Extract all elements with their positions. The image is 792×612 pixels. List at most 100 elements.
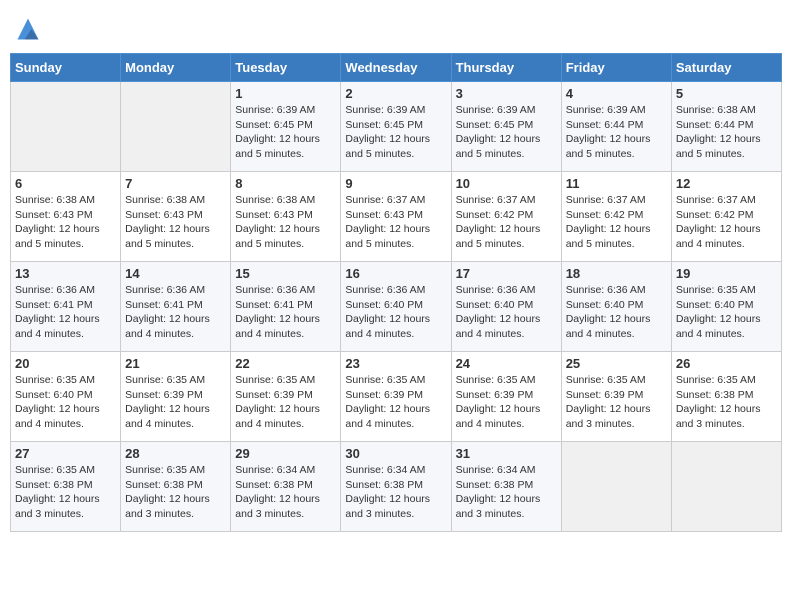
day-number: 21 (125, 356, 226, 371)
day-number: 1 (235, 86, 336, 101)
day-number: 25 (566, 356, 667, 371)
calendar-cell (561, 442, 671, 532)
day-info: Sunrise: 6:39 AM Sunset: 6:45 PM Dayligh… (235, 103, 336, 162)
calendar-cell: 13 Sunrise: 6:36 AM Sunset: 6:41 PM Dayli… (11, 262, 121, 352)
col-header-tuesday: Tuesday (231, 54, 341, 82)
week-row-2: 6 Sunrise: 6:38 AM Sunset: 6:43 PM Daylig… (11, 172, 782, 262)
day-info: Sunrise: 6:35 AM Sunset: 6:39 PM Dayligh… (456, 373, 557, 432)
day-number: 6 (15, 176, 116, 191)
day-info: Sunrise: 6:35 AM Sunset: 6:39 PM Dayligh… (345, 373, 446, 432)
calendar-cell (671, 442, 781, 532)
day-info: Sunrise: 6:38 AM Sunset: 6:43 PM Dayligh… (15, 193, 116, 252)
calendar-cell: 17Sunrise: 6:36 AM Sunset: 6:40 PM Dayli… (451, 262, 561, 352)
day-number: 28 (125, 446, 226, 461)
calendar-cell (11, 82, 121, 172)
calendar-cell: 3Sunrise: 6:39 AM Sunset: 6:45 PM Daylig… (451, 82, 561, 172)
day-info: Sunrise: 6:35 AM Sunset: 6:39 PM Dayligh… (566, 373, 667, 432)
day-number: 16 (345, 266, 446, 281)
week-row-3: 13 Sunrise: 6:36 AM Sunset: 6:41 PM Dayli… (11, 262, 782, 352)
calendar-cell: 22 Sunrise: 6:35 AM Sunset: 6:39 PM Dayli… (231, 352, 341, 442)
logo (10, 15, 42, 43)
day-info: Sunrise: 6:38 AM Sunset: 6:43 PM Dayligh… (235, 193, 336, 252)
calendar-cell: 10 Sunrise: 6:37 AM Sunset: 6:42 PM Dayli… (451, 172, 561, 262)
calendar-cell: 27Sunrise: 6:35 AM Sunset: 6:38 PM Dayli… (11, 442, 121, 532)
day-info: Sunrise: 6:34 AM Sunset: 6:38 PM Dayligh… (235, 463, 336, 522)
page-header (10, 10, 782, 43)
calendar-cell (121, 82, 231, 172)
day-info: Sunrise: 6:35 AM Sunset: 6:39 PM Dayligh… (125, 373, 226, 432)
calendar-header-row: SundayMondayTuesdayWednesdayThursdayFrid… (11, 54, 782, 82)
day-number: 12 (676, 176, 777, 191)
day-info: Sunrise: 6:39 AM Sunset: 6:44 PM Dayligh… (566, 103, 667, 162)
day-number: 24 (456, 356, 557, 371)
day-number: 31 (456, 446, 557, 461)
calendar-cell: 12 Sunrise: 6:37 AM Sunset: 6:42 PM Dayli… (671, 172, 781, 262)
calendar-cell: 24 Sunrise: 6:35 AM Sunset: 6:39 PM Dayli… (451, 352, 561, 442)
day-number: 23 (345, 356, 446, 371)
day-info: Sunrise: 6:35 AM Sunset: 6:38 PM Dayligh… (15, 463, 116, 522)
col-header-friday: Friday (561, 54, 671, 82)
day-info: Sunrise: 6:35 AM Sunset: 6:38 PM Dayligh… (676, 373, 777, 432)
calendar-cell: 16 Sunrise: 6:36 AM Sunset: 6:40 PM Dayli… (341, 262, 451, 352)
calendar-cell: 18 Sunrise: 6:36 AM Sunset: 6:40 PM Dayli… (561, 262, 671, 352)
calendar-cell: 2 Sunrise: 6:39 AM Sunset: 6:45 PM Daylig… (341, 82, 451, 172)
calendar-cell: 8 Sunrise: 6:38 AM Sunset: 6:43 PM Daylig… (231, 172, 341, 262)
week-row-4: 20Sunrise: 6:35 AM Sunset: 6:40 PM Dayli… (11, 352, 782, 442)
day-number: 4 (566, 86, 667, 101)
day-info: Sunrise: 6:36 AM Sunset: 6:41 PM Dayligh… (125, 283, 226, 342)
calendar-cell: 30Sunrise: 6:34 AM Sunset: 6:38 PM Dayli… (341, 442, 451, 532)
day-info: Sunrise: 6:35 AM Sunset: 6:40 PM Dayligh… (676, 283, 777, 342)
day-number: 10 (456, 176, 557, 191)
logo-icon (14, 15, 42, 43)
day-info: Sunrise: 6:36 AM Sunset: 6:40 PM Dayligh… (345, 283, 446, 342)
calendar-cell: 9 Sunrise: 6:37 AM Sunset: 6:43 PM Daylig… (341, 172, 451, 262)
day-info: Sunrise: 6:38 AM Sunset: 6:44 PM Dayligh… (676, 103, 777, 162)
day-info: Sunrise: 6:35 AM Sunset: 6:40 PM Dayligh… (15, 373, 116, 432)
calendar-cell: 26Sunrise: 6:35 AM Sunset: 6:38 PM Dayli… (671, 352, 781, 442)
calendar-cell: 4 Sunrise: 6:39 AM Sunset: 6:44 PM Daylig… (561, 82, 671, 172)
calendar-cell: 21 Sunrise: 6:35 AM Sunset: 6:39 PM Dayli… (121, 352, 231, 442)
day-info: Sunrise: 6:36 AM Sunset: 6:40 PM Dayligh… (566, 283, 667, 342)
day-number: 5 (676, 86, 777, 101)
day-info: Sunrise: 6:36 AM Sunset: 6:41 PM Dayligh… (235, 283, 336, 342)
calendar-cell: 6 Sunrise: 6:38 AM Sunset: 6:43 PM Daylig… (11, 172, 121, 262)
calendar-cell: 15 Sunrise: 6:36 AM Sunset: 6:41 PM Dayli… (231, 262, 341, 352)
calendar-cell: 20Sunrise: 6:35 AM Sunset: 6:40 PM Dayli… (11, 352, 121, 442)
col-header-thursday: Thursday (451, 54, 561, 82)
calendar-cell: 28 Sunrise: 6:35 AM Sunset: 6:38 PM Dayli… (121, 442, 231, 532)
calendar-cell: 25 Sunrise: 6:35 AM Sunset: 6:39 PM Dayli… (561, 352, 671, 442)
day-info: Sunrise: 6:34 AM Sunset: 6:38 PM Dayligh… (456, 463, 557, 522)
day-number: 2 (345, 86, 446, 101)
calendar-body: 1 Sunrise: 6:39 AM Sunset: 6:45 PM Daylig… (11, 82, 782, 532)
day-info: Sunrise: 6:35 AM Sunset: 6:39 PM Dayligh… (235, 373, 336, 432)
col-header-wednesday: Wednesday (341, 54, 451, 82)
day-number: 14 (125, 266, 226, 281)
day-number: 17 (456, 266, 557, 281)
calendar-cell: 19 Sunrise: 6:35 AM Sunset: 6:40 PM Dayli… (671, 262, 781, 352)
day-info: Sunrise: 6:37 AM Sunset: 6:42 PM Dayligh… (456, 193, 557, 252)
day-info: Sunrise: 6:39 AM Sunset: 6:45 PM Dayligh… (345, 103, 446, 162)
day-number: 8 (235, 176, 336, 191)
day-number: 3 (456, 86, 557, 101)
calendar-cell: 5 Sunrise: 6:38 AM Sunset: 6:44 PM Daylig… (671, 82, 781, 172)
calendar-table: SundayMondayTuesdayWednesdayThursdayFrid… (10, 53, 782, 532)
day-number: 18 (566, 266, 667, 281)
col-header-sunday: Sunday (11, 54, 121, 82)
day-info: Sunrise: 6:37 AM Sunset: 6:43 PM Dayligh… (345, 193, 446, 252)
day-number: 11 (566, 176, 667, 191)
day-number: 13 (15, 266, 116, 281)
day-info: Sunrise: 6:37 AM Sunset: 6:42 PM Dayligh… (676, 193, 777, 252)
day-number: 7 (125, 176, 226, 191)
day-number: 15 (235, 266, 336, 281)
day-number: 9 (345, 176, 446, 191)
calendar-cell: 11Sunrise: 6:37 AM Sunset: 6:42 PM Dayli… (561, 172, 671, 262)
day-info: Sunrise: 6:35 AM Sunset: 6:38 PM Dayligh… (125, 463, 226, 522)
calendar-cell: 29Sunrise: 6:34 AM Sunset: 6:38 PM Dayli… (231, 442, 341, 532)
calendar-cell: 1 Sunrise: 6:39 AM Sunset: 6:45 PM Daylig… (231, 82, 341, 172)
day-info: Sunrise: 6:38 AM Sunset: 6:43 PM Dayligh… (125, 193, 226, 252)
day-info: Sunrise: 6:36 AM Sunset: 6:41 PM Dayligh… (15, 283, 116, 342)
calendar-cell: 14 Sunrise: 6:36 AM Sunset: 6:41 PM Dayli… (121, 262, 231, 352)
col-header-saturday: Saturday (671, 54, 781, 82)
day-number: 22 (235, 356, 336, 371)
day-number: 19 (676, 266, 777, 281)
